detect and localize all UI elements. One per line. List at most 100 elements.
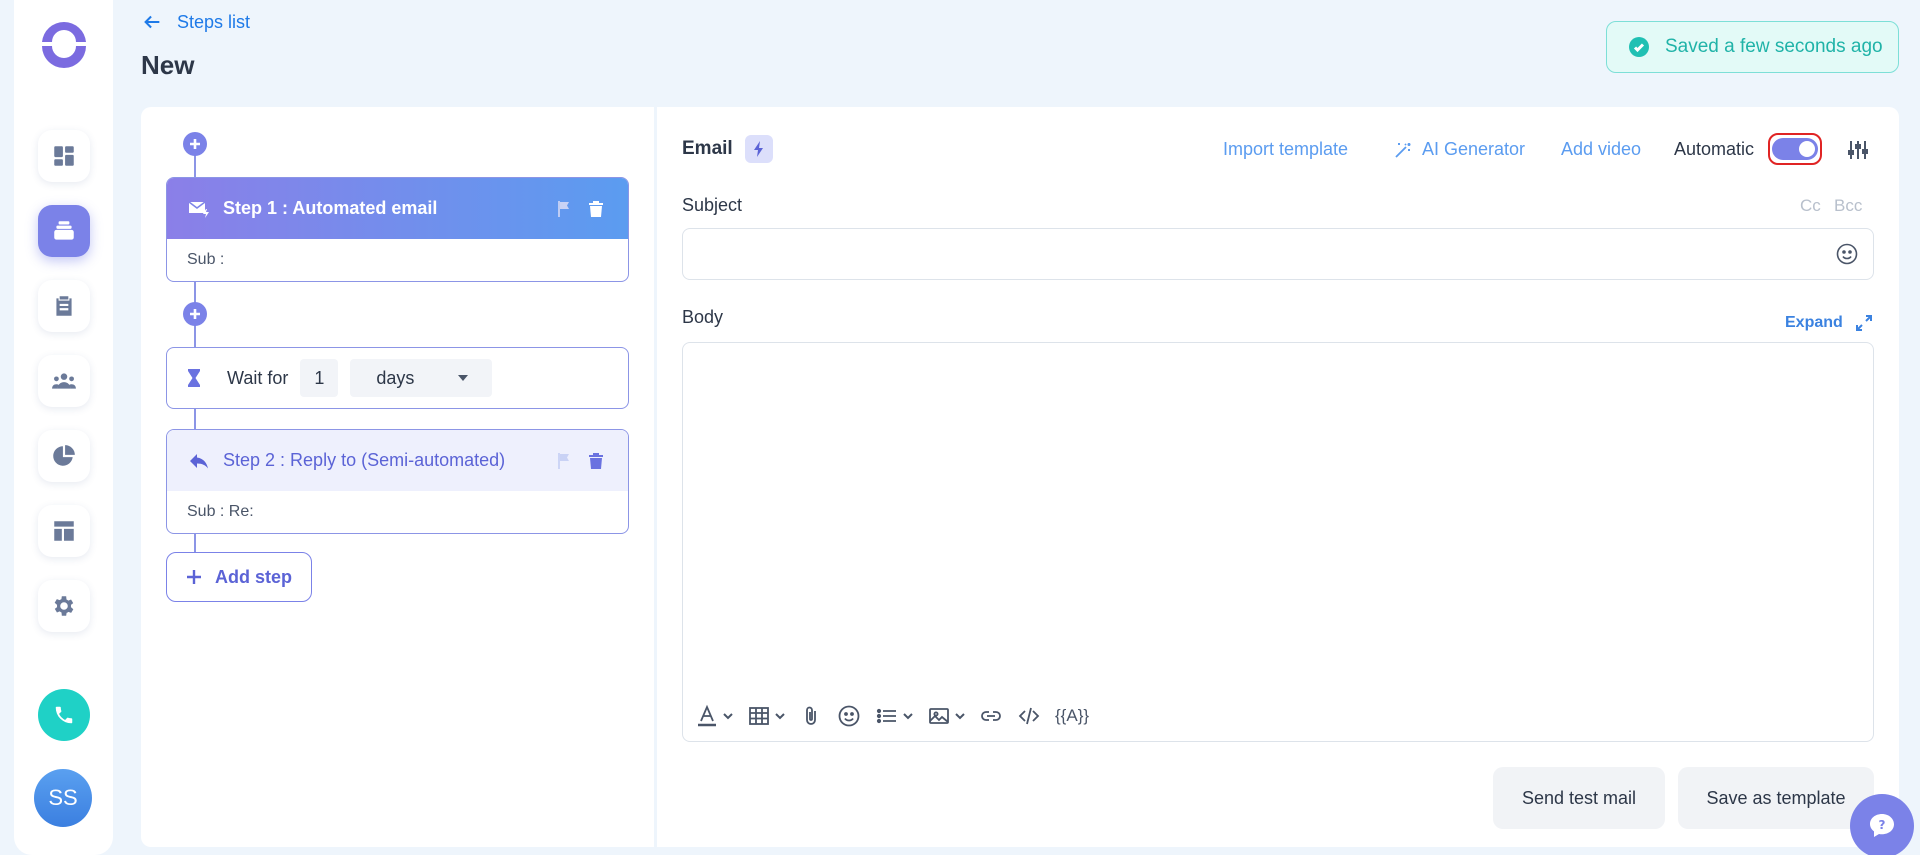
- cc-link[interactable]: Cc: [1800, 196, 1821, 216]
- table-icon: [749, 707, 769, 725]
- body-editor[interactable]: {{A}}: [682, 342, 1874, 742]
- step-1-title: Step 1 : Automated email: [223, 198, 438, 218]
- back-to-steps-list-link[interactable]: Steps list: [141, 11, 250, 33]
- reply-icon: [190, 453, 208, 468]
- editor-title: Email: [682, 138, 733, 159]
- step-1-header: Step 1 : Automated email: [167, 178, 628, 239]
- sliders-icon[interactable]: [1846, 138, 1870, 162]
- link-button[interactable]: [979, 704, 1003, 728]
- phone-icon: [55, 706, 73, 724]
- wait-card: Wait for 1 days: [166, 347, 629, 409]
- step-card-1[interactable]: Step 1 : Automated email Sub :: [166, 177, 629, 282]
- timeline-connector: [194, 409, 196, 429]
- page-title: New: [141, 50, 195, 80]
- sidebar-item-templates[interactable]: [38, 505, 90, 557]
- chevron-down-icon: [775, 713, 785, 720]
- sidebar-item-dashboard[interactable]: [38, 130, 90, 182]
- subject-input[interactable]: [682, 228, 1874, 280]
- phone-button[interactable]: [38, 689, 90, 741]
- automated-badge: [745, 135, 773, 163]
- add-step-button[interactable]: Add step: [166, 552, 312, 602]
- sidebar-item-settings[interactable]: [38, 580, 90, 632]
- users-icon: [52, 373, 76, 389]
- layout-icon: [54, 521, 74, 541]
- insert-step-button[interactable]: [183, 302, 207, 326]
- wait-unit-select[interactable]: days: [350, 359, 493, 397]
- sidebar-item-contacts[interactable]: [38, 355, 90, 407]
- wait-unit-value: days: [376, 367, 415, 388]
- pie-chart-icon: [53, 445, 75, 466]
- caret-down-icon: [458, 375, 469, 381]
- code-button[interactable]: [1017, 704, 1041, 728]
- list-button[interactable]: [875, 704, 913, 728]
- code-icon: [1018, 707, 1040, 725]
- sidebar-item-sequences[interactable]: [38, 205, 90, 257]
- text-color-icon: [698, 704, 716, 727]
- step-2-header: Step 2 : Reply to (Semi-automated): [167, 430, 628, 491]
- add-video-link[interactable]: Add video: [1561, 139, 1641, 160]
- svg-text:?: ?: [1879, 818, 1886, 832]
- insert-step-button[interactable]: [183, 132, 207, 156]
- gear-icon: [54, 596, 74, 616]
- text-color-button[interactable]: [695, 704, 733, 728]
- image-button[interactable]: [927, 704, 965, 728]
- add-step-label: Add step: [215, 566, 293, 587]
- check-circle-icon: [1629, 37, 1649, 57]
- insert-variable-button[interactable]: {{A}}: [1055, 706, 1089, 726]
- step-card-2[interactable]: Step 2 : Reply to (Semi-automated) Sub :…: [166, 429, 629, 534]
- user-avatar[interactable]: SS: [34, 769, 92, 827]
- send-test-mail-button[interactable]: Send test mail: [1493, 767, 1665, 829]
- wait-duration-input[interactable]: 1: [300, 359, 339, 397]
- link-icon: [981, 711, 1001, 721]
- wait-label: Wait for: [227, 367, 289, 388]
- automatic-label: Automatic: [1674, 139, 1755, 159]
- expand-icon: [1855, 315, 1872, 331]
- sidebar-item-tasks[interactable]: [38, 280, 90, 332]
- chevron-down-icon: [955, 713, 965, 720]
- layers-icon: [54, 221, 74, 240]
- automatic-toggle[interactable]: [1768, 133, 1822, 165]
- plus-icon: [190, 139, 200, 149]
- app-logo[interactable]: [38, 18, 90, 70]
- bullet-list-icon: [876, 708, 896, 724]
- image-icon: [929, 708, 949, 724]
- sidebar-item-reports[interactable]: [38, 430, 90, 482]
- import-template-link[interactable]: Import template: [1223, 139, 1348, 160]
- save-as-template-button[interactable]: Save as template: [1678, 767, 1874, 829]
- plus-icon: [187, 570, 201, 584]
- emoji-button[interactable]: [837, 704, 861, 728]
- help-chat-button[interactable]: ?: [1850, 794, 1914, 855]
- magic-wand-icon: [1395, 143, 1411, 158]
- flag-icon[interactable]: [554, 451, 574, 471]
- emoji-icon[interactable]: [1835, 242, 1859, 266]
- flag-icon[interactable]: [554, 199, 574, 219]
- toggle-track: [1772, 138, 1818, 160]
- saved-status-text: Saved a few seconds ago: [1665, 36, 1883, 57]
- step-1-subject: Sub :: [187, 251, 225, 268]
- trash-icon[interactable]: [586, 451, 606, 471]
- sidebar: SS: [14, 0, 113, 855]
- paperclip-icon: [806, 706, 816, 725]
- step-2-subject: Sub : Re:: [187, 503, 254, 520]
- emoji-icon: [838, 705, 860, 727]
- arrow-left-icon: [144, 15, 160, 29]
- clipboard-icon: [56, 296, 72, 316]
- bcc-link[interactable]: Bcc: [1834, 196, 1862, 216]
- saved-status-badge: Saved a few seconds ago: [1606, 21, 1899, 73]
- rich-text-toolbar: {{A}}: [695, 701, 1089, 731]
- ai-generator-link[interactable]: AI Generator: [1422, 139, 1525, 160]
- help-chat-icon: ?: [1870, 814, 1894, 837]
- chevron-down-icon: [903, 713, 913, 720]
- chevron-down-icon: [723, 713, 733, 720]
- dashboard-icon: [54, 146, 74, 166]
- expand-link[interactable]: Expand: [1785, 314, 1873, 332]
- subject-label: Subject: [682, 195, 743, 215]
- attach-button[interactable]: [799, 704, 823, 728]
- table-button[interactable]: [747, 704, 785, 728]
- trash-icon[interactable]: [586, 199, 606, 219]
- back-link-label: Steps list: [177, 11, 251, 32]
- expand-label: Expand: [1785, 314, 1843, 331]
- hourglass-icon: [188, 369, 200, 387]
- plus-icon: [190, 309, 200, 319]
- toggle-knob: [1799, 141, 1815, 157]
